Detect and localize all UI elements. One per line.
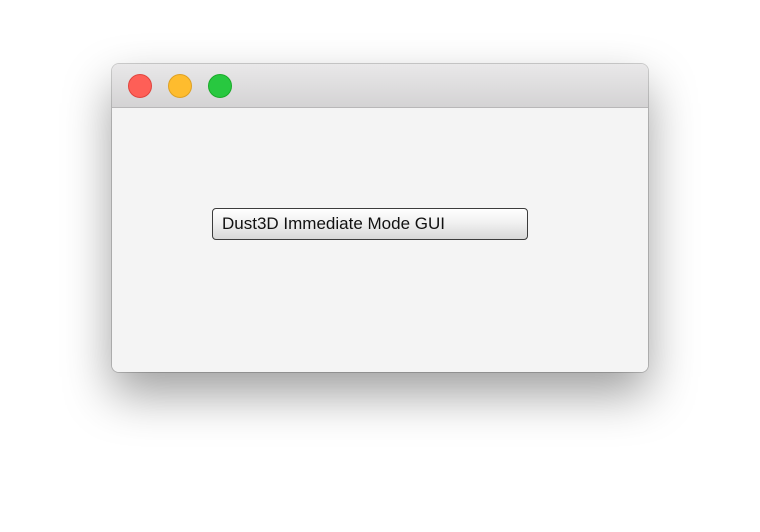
zoom-window-icon[interactable] — [208, 74, 232, 98]
window-content: Dust3D Immediate Mode GUI — [112, 108, 648, 372]
window-titlebar[interactable] — [112, 64, 648, 108]
minimize-window-icon[interactable] — [168, 74, 192, 98]
close-window-icon[interactable] — [128, 74, 152, 98]
dust3d-gui-button[interactable]: Dust3D Immediate Mode GUI — [212, 208, 528, 240]
app-window: Dust3D Immediate Mode GUI — [112, 64, 648, 372]
